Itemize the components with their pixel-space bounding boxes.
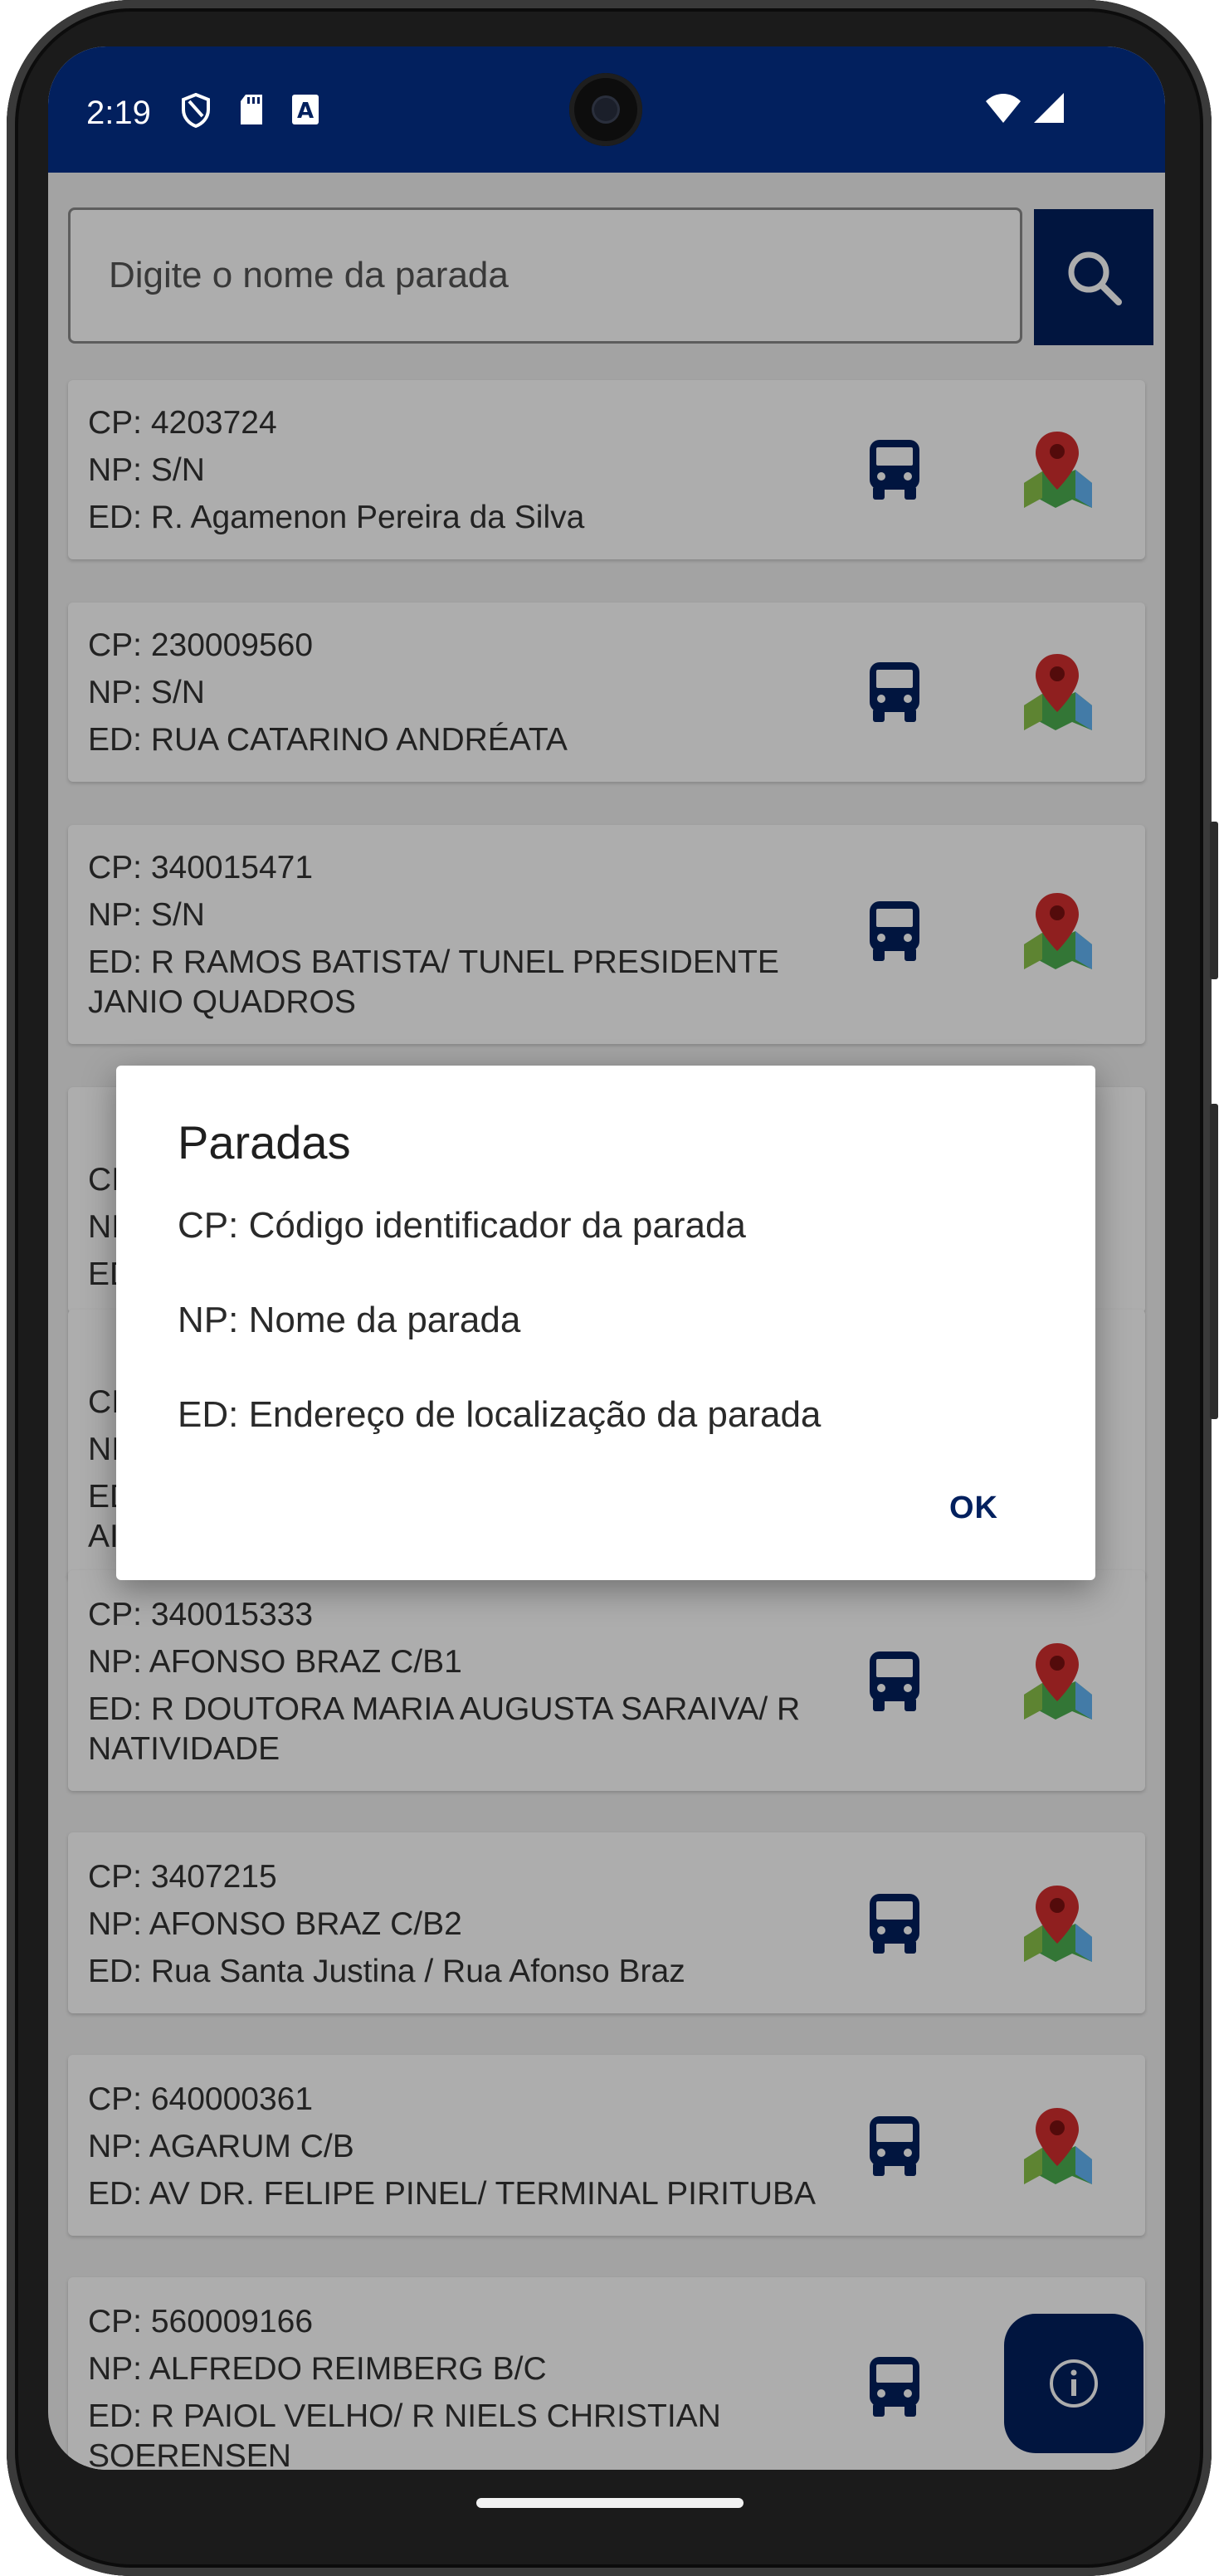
- phone-device: 2:19 A Digite o nome da parada CP: 42037…: [0, 0, 1219, 2576]
- keyboard-a-icon: A: [292, 95, 319, 124]
- wifi-icon: [986, 94, 1021, 123]
- dialog-line-cp: CP: Código identificador da parada: [178, 1205, 746, 1246]
- power-button: [1210, 822, 1218, 979]
- status-time: 2:19: [86, 95, 151, 131]
- ok-button[interactable]: OK: [949, 1490, 998, 1526]
- signal-icon: [1034, 93, 1064, 123]
- shield-icon: [182, 93, 210, 128]
- svg-text:A: A: [297, 99, 314, 124]
- info-dialog: Paradas CP: Código identificador da para…: [116, 1066, 1095, 1580]
- home-indicator[interactable]: [476, 2498, 744, 2508]
- dialog-line-np: NP: Nome da parada: [178, 1300, 521, 1340]
- dialog-line-ed: ED: Endereço de localização da parada: [178, 1394, 822, 1435]
- volume-button: [1210, 1104, 1218, 1419]
- dialog-title: Paradas: [178, 1116, 351, 1168]
- front-camera: [569, 73, 642, 146]
- sd-card-icon: [241, 95, 262, 124]
- status-bar: 2:19 A: [48, 46, 1165, 173]
